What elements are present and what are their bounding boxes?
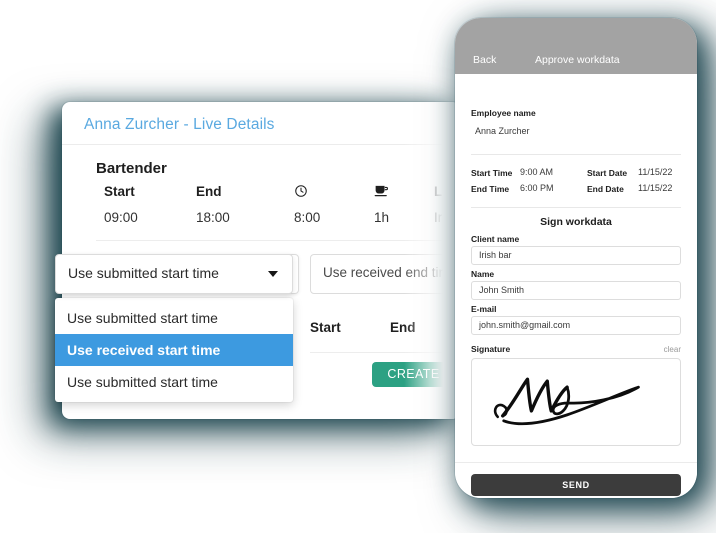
name-label: Name	[471, 269, 495, 279]
create-button-label: CREATE	[387, 367, 440, 381]
send-button-label: SEND	[562, 480, 590, 490]
shift-table-row: 09:00 18:00 8:00 1h Irish	[62, 210, 460, 232]
col2-header-end: End	[390, 320, 416, 335]
start-time-dropdown: Use submitted start time Use submitted s…	[55, 254, 293, 402]
clear-signature-button[interactable]: clear	[664, 345, 681, 354]
cell-break: 1h	[374, 210, 390, 225]
clock-icon	[294, 184, 308, 201]
signature-canvas[interactable]	[471, 358, 681, 446]
name-value: John Smith	[479, 285, 525, 295]
start-date-label: Start Date	[587, 168, 628, 178]
employee-name-value: Anna Zurcher	[475, 126, 530, 136]
employee-name-label: Employee name	[471, 108, 536, 118]
end-time-value: 6:00 PM	[520, 183, 554, 193]
email-value: john.smith@gmail.com	[479, 320, 571, 330]
divider	[471, 154, 681, 155]
col-header-start: Start	[104, 184, 135, 199]
signature-label: Signature	[471, 344, 511, 354]
client-name-label: Client name	[471, 234, 520, 244]
start-date-value: 11/15/22	[638, 167, 673, 177]
end-time-input[interactable]: Use received end time	[310, 254, 460, 294]
start-time-label: Start Time	[471, 168, 513, 178]
start-time-value: 9:00 AM	[520, 167, 554, 177]
email-label: E-mail	[471, 304, 497, 314]
end-date-label: End Date	[587, 184, 624, 194]
secondary-row-divider	[310, 352, 454, 353]
title-divider	[62, 144, 460, 145]
coffee-cup-icon	[374, 184, 390, 201]
name-field[interactable]: John Smith	[471, 281, 681, 300]
client-name-value: Irish bar	[479, 250, 512, 260]
end-time-input-value: Use received end time	[323, 265, 458, 280]
end-time-label: End Time	[471, 184, 510, 194]
handwritten-signature-icon	[493, 377, 640, 426]
start-time-option-list: Use submitted start time Use received st…	[55, 298, 293, 402]
start-time-dropdown-value: Use submitted start time	[68, 265, 219, 281]
chevron-down-icon	[268, 271, 278, 277]
divider	[471, 207, 681, 208]
dropdown-option[interactable]: Use submitted start time	[55, 302, 293, 334]
create-button[interactable]: CREATE	[372, 362, 455, 387]
send-button[interactable]: SEND	[471, 474, 681, 496]
col2-header-start: Start	[310, 320, 341, 335]
client-name-field[interactable]: Irish bar	[471, 246, 681, 265]
screenshot-stage: Anna Zurcher - Live Details Bartender St…	[0, 0, 716, 533]
start-time-dropdown-trigger[interactable]: Use submitted start time	[55, 254, 293, 294]
phone-screen-body: Employee name Anna Zurcher Start Time 9:…	[455, 74, 697, 498]
phone-screen-title: Approve workdata	[535, 54, 620, 66]
role-heading: Bartender	[96, 160, 167, 177]
row-divider	[96, 240, 450, 241]
col-header-end: End	[196, 184, 222, 199]
shift-table-header: Start End Loca	[62, 184, 460, 206]
dropdown-option[interactable]: Use submitted start time	[55, 366, 293, 398]
divider	[455, 462, 697, 463]
cell-end: 18:00	[196, 210, 230, 225]
sign-workdata-heading: Sign workdata	[540, 216, 612, 228]
cell-start: 09:00	[104, 210, 138, 225]
page-title: Anna Zurcher - Live Details	[84, 116, 275, 133]
phone-header-bar: Back Approve workdata	[455, 18, 697, 74]
end-date-value: 11/15/22	[638, 183, 673, 193]
dropdown-option-selected[interactable]: Use received start time	[55, 334, 293, 366]
phone-mockup: Back Approve workdata Employee name Anna…	[455, 18, 697, 498]
back-button[interactable]: Back	[473, 54, 496, 66]
cell-duration: 8:00	[294, 210, 321, 225]
email-field[interactable]: john.smith@gmail.com	[471, 316, 681, 335]
